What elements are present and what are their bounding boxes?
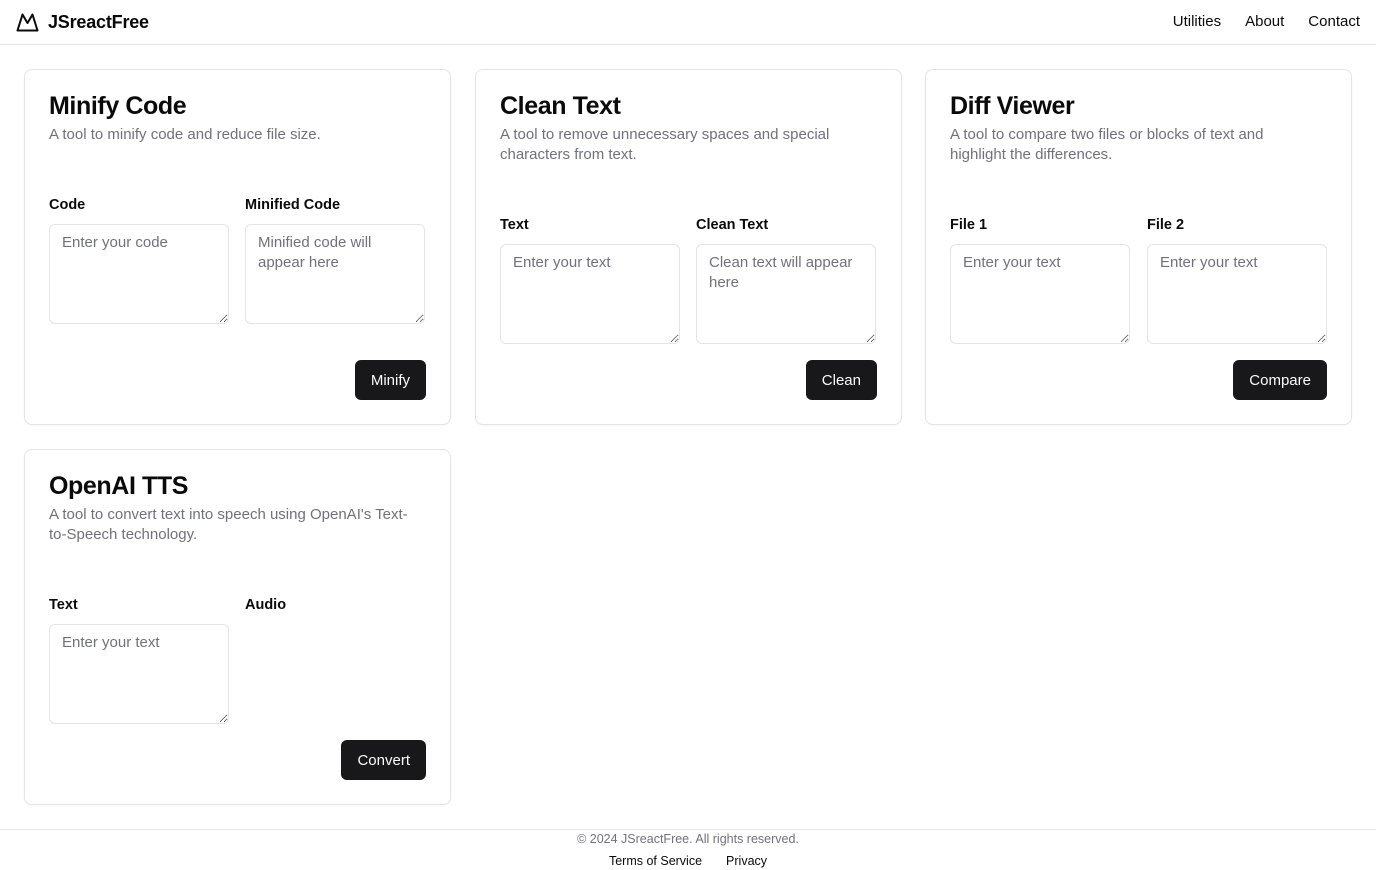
card-description: A tool to remove unnecessary spaces and … <box>500 126 830 163</box>
minified-code-label: Minified Code <box>245 197 341 213</box>
site-footer: © 2024 JSreactFree. All rights reserved.… <box>0 829 1376 870</box>
card-description: A tool to compare two files or blocks of… <box>950 126 1264 163</box>
brand-link[interactable]: JSreactFree <box>16 10 149 34</box>
minify-code-card: Minify Code A tool to minify code and re… <box>24 69 451 425</box>
clean-button[interactable]: Clean <box>805 360 877 400</box>
clean-text-label: Clean Text <box>696 217 769 233</box>
clean-text-output[interactable] <box>696 244 876 344</box>
tts-text-input[interactable] <box>49 624 229 724</box>
terms-link[interactable]: Terms of Service <box>609 854 702 868</box>
text-input[interactable] <box>500 244 680 344</box>
text-label: Text <box>500 217 529 233</box>
file-1-label: File 1 <box>950 217 988 233</box>
card-title: Minify Code <box>49 92 187 120</box>
minify-button[interactable]: Minify <box>354 360 426 400</box>
code-input[interactable] <box>49 224 229 324</box>
card-title: Clean Text <box>500 92 621 120</box>
minified-code-output[interactable] <box>245 224 425 324</box>
code-label: Code <box>49 197 86 213</box>
card-description: A tool to convert text into speech using… <box>49 506 408 543</box>
compare-button[interactable]: Compare <box>1233 360 1327 400</box>
convert-button[interactable]: Convert <box>341 740 426 780</box>
file-2-input[interactable] <box>1147 244 1327 344</box>
diff-viewer-card: Diff Viewer A tool to compare two files … <box>925 69 1352 425</box>
main-nav: Utilities About Contact <box>1173 13 1360 30</box>
mountain-icon <box>16 12 39 32</box>
brand-name: JSreactFree <box>48 11 149 32</box>
card-title: Diff Viewer <box>950 92 1075 120</box>
openai-tts-card: OpenAI TTS A tool to convert text into s… <box>24 449 451 805</box>
copyright-text: © 2024 JSreactFree. All rights reserved. <box>577 832 799 846</box>
text-label: Text <box>49 597 78 613</box>
nav-contact[interactable]: Contact <box>1308 13 1360 30</box>
audio-label: Audio <box>245 597 287 613</box>
clean-text-card: Clean Text A tool to remove unnecessary … <box>475 69 902 425</box>
footer-links: Terms of Service Privacy <box>0 854 1376 868</box>
nav-about[interactable]: About <box>1245 13 1284 30</box>
privacy-link[interactable]: Privacy <box>726 854 767 868</box>
site-header: JSreactFree Utilities About Contact <box>0 0 1376 45</box>
file-1-input[interactable] <box>950 244 1130 344</box>
file-2-label: File 2 <box>1147 217 1185 233</box>
nav-utilities[interactable]: Utilities <box>1173 13 1221 30</box>
card-description: A tool to minify code and reduce file si… <box>49 126 321 143</box>
card-title: OpenAI TTS <box>49 472 189 500</box>
